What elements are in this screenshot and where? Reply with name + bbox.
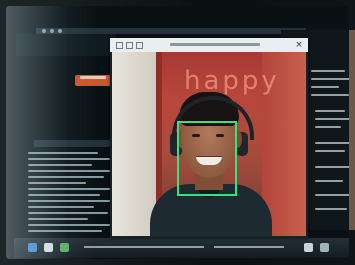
close-icon[interactable]: × [294,40,304,50]
editor-header [16,34,116,56]
app-icon[interactable] [60,243,69,252]
camera-window-title [170,43,260,46]
photo-scene: × happy [0,0,355,265]
orange-action-button[interactable] [75,75,115,86]
app-icon[interactable] [28,243,37,252]
app-icon[interactable] [320,243,329,252]
camera-feed: happy [112,52,306,236]
window-control-icon[interactable] [136,42,143,49]
camera-window: × happy [110,38,308,238]
taskbar [14,238,349,258]
camera-window-titlebar[interactable]: × [110,38,308,52]
face-detection-box [177,121,237,196]
window-dot-icon [42,29,46,33]
door [112,52,158,236]
emotion-label: happy [184,66,280,96]
window-control-icon[interactable] [126,42,133,49]
window-dot-icon [58,29,62,33]
app-icon[interactable] [304,243,313,252]
app-icon[interactable] [44,243,53,252]
window-dot-icon [50,29,54,33]
window-control-icon[interactable] [116,42,123,49]
